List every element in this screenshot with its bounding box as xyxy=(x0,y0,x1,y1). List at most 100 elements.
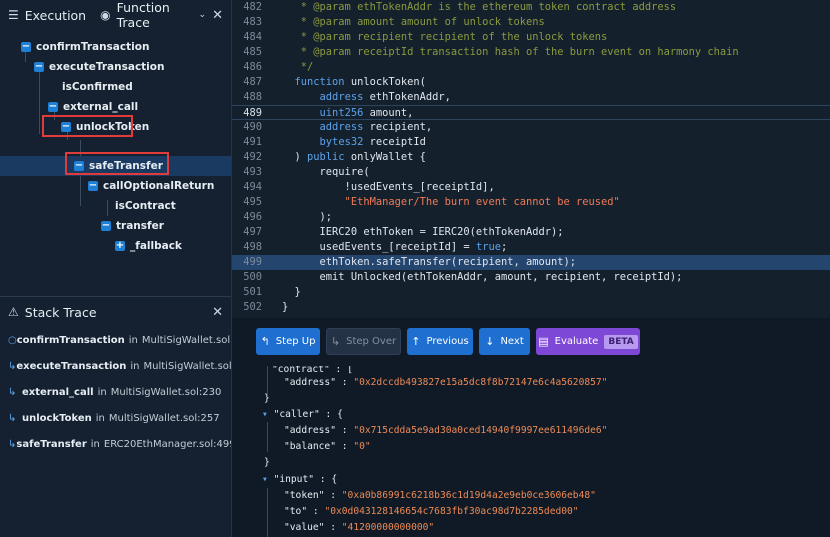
code-line[interactable]: 502} xyxy=(232,300,830,315)
json-line[interactable]: ▾ "caller" : { xyxy=(262,407,343,423)
code-line[interactable]: 501 } xyxy=(232,285,830,300)
stack-file: MultiSigWallet.sol:230 xyxy=(110,386,222,398)
tab-execution[interactable]: Execution xyxy=(25,8,86,23)
line-number[interactable]: 502 xyxy=(232,300,262,315)
code-line[interactable]: 496 ); xyxy=(232,210,830,225)
code-line[interactable]: 500 emit Unlocked(ethTokenAddr, amount, … xyxy=(232,270,830,285)
code-text: address recipient, xyxy=(319,121,433,133)
tree-item-isContract[interactable]: isContract xyxy=(0,196,231,216)
json-guide xyxy=(267,366,268,394)
line-number[interactable]: 496 xyxy=(232,210,262,225)
close-icon[interactable]: ✕ xyxy=(212,305,223,320)
line-number[interactable]: 486 xyxy=(232,60,262,75)
expand-icon[interactable]: + xyxy=(115,241,125,251)
stack-fn: unlockToken xyxy=(22,412,92,424)
json-value[interactable]: "0xa0b86991c6218b36c1d19d4a2e9eb0ce3606e… xyxy=(342,490,596,501)
collapse-icon[interactable]: − xyxy=(101,221,111,231)
json-value[interactable]: "0x0d043128146654c7683fbf30ac98d7b2285de… xyxy=(324,506,578,517)
stack-in: in xyxy=(128,334,138,346)
line-number[interactable]: 497 xyxy=(232,225,262,240)
code-line[interactable]: 490 address recipient, xyxy=(232,120,830,135)
return-arrow-icon: ↳ xyxy=(8,386,17,398)
caret-down-icon[interactable]: ▾ xyxy=(262,409,274,420)
line-number[interactable]: 490 xyxy=(232,120,262,135)
line-number[interactable]: 487 xyxy=(232,75,262,90)
tab-function-trace[interactable]: Function Trace xyxy=(117,0,193,30)
previous-button[interactable]: ↑ Previous xyxy=(407,328,473,355)
json-line: "to" : "0x0d043128146654c7683fbf30ac98d7… xyxy=(284,506,579,517)
line-number[interactable]: 485 xyxy=(232,45,262,60)
code-line[interactable]: 493 require( xyxy=(232,165,830,180)
code-text: * @param recipient recipient of the unlo… xyxy=(282,31,608,43)
tree-item-fallback[interactable]: + _fallback xyxy=(0,236,231,256)
json-line[interactable]: ▾ "input" : { xyxy=(262,472,337,488)
code-line[interactable]: 482 * @param ethTokenAddr is the ethereu… xyxy=(232,0,830,15)
line-number[interactable]: 500 xyxy=(232,270,262,285)
line-number[interactable]: 491 xyxy=(232,135,262,150)
json-key: "address" xyxy=(284,377,336,388)
code-line[interactable]: 487 function unlockToken( xyxy=(232,75,830,90)
menu-icon[interactable]: ☰ xyxy=(8,8,19,22)
evaluate-button[interactable]: ▤ Evaluate BETA xyxy=(536,328,640,355)
tree-item-callOptionalReturn[interactable]: − callOptionalReturn xyxy=(0,176,231,196)
line-number[interactable]: 494 xyxy=(232,180,262,195)
line-number[interactable]: 483 xyxy=(232,15,262,30)
chevron-down-icon[interactable]: ⌄ xyxy=(199,10,207,20)
stack-trace-row[interactable]: ↳ executeTransaction in MultiSigWallet.s… xyxy=(0,353,231,379)
json-value[interactable]: "0x2dccdb493827e15a5dc8f8b72147e6c4a5620… xyxy=(353,377,607,388)
collapse-icon[interactable]: − xyxy=(21,42,31,52)
code-line[interactable]: 495 "EthManager/The burn event cannot be… xyxy=(232,195,830,210)
line-number[interactable]: 493 xyxy=(232,165,262,180)
tree-item-isConfirmed[interactable]: isConfirmed xyxy=(0,77,231,97)
step-over-button[interactable]: ↳ Step Over xyxy=(326,328,401,355)
evaluate-label: Evaluate xyxy=(554,336,599,347)
code-line[interactable]: 499 ethToken.safeTransfer(recipient, amo… xyxy=(232,255,830,270)
tree-item-confirmTransaction[interactable]: − confirmTransaction xyxy=(0,37,231,57)
line-number[interactable]: 501 xyxy=(232,285,262,300)
line-number[interactable]: 489 xyxy=(232,106,262,121)
tree-item-external_call[interactable]: − external_call xyxy=(0,97,231,117)
code-line[interactable]: 483 * @param amount amount of unlock tok… xyxy=(232,15,830,30)
line-number[interactable]: 498 xyxy=(232,240,262,255)
stack-trace-row[interactable]: ↳ safeTransfer in ERC20EthManager.sol:49… xyxy=(0,431,231,457)
tree-item-label: external_call xyxy=(63,101,139,113)
code-line[interactable]: 489 uint256 amount, xyxy=(232,105,830,120)
code-line[interactable]: 492 ) public onlyWallet { xyxy=(232,150,830,165)
json-value[interactable]: "0x715cdda5e9ad30a0ced14940f9997ee611496… xyxy=(353,425,607,436)
code-line[interactable]: 494 !usedEvents_[receiptId], xyxy=(232,180,830,195)
line-number[interactable]: 488 xyxy=(232,90,262,105)
code-line[interactable]: 484 * @param recipient recipient of the … xyxy=(232,30,830,45)
step-over-icon: ↳ xyxy=(330,335,341,348)
line-number[interactable]: 482 xyxy=(232,0,262,15)
stack-file: ERC20EthManager.sol:499 xyxy=(103,438,231,450)
code-line[interactable]: 498 usedEvents_[receiptId] = true; xyxy=(232,240,830,255)
json-value[interactable]: "41200000000000" xyxy=(342,522,434,533)
next-button[interactable]: ↓ Next xyxy=(479,328,530,355)
close-icon[interactable]: ✕ xyxy=(212,8,223,23)
collapse-icon[interactable]: − xyxy=(88,181,98,191)
stack-in: in xyxy=(130,360,140,372)
stack-trace-row[interactable]: ↳ external_call in MultiSigWallet.sol:23… xyxy=(0,379,231,405)
step-up-button[interactable]: ↰ Step Up xyxy=(256,328,320,355)
tree-item-executeTransaction[interactable]: − executeTransaction xyxy=(0,57,231,77)
json-value[interactable]: "0" xyxy=(353,441,370,452)
stack-trace-row[interactable]: ○ confirmTransaction in MultiSigWallet.s… xyxy=(0,327,231,353)
stack-trace-title: Stack Trace xyxy=(24,304,97,320)
collapse-icon[interactable]: − xyxy=(34,62,44,72)
line-number[interactable]: 495 xyxy=(232,195,262,210)
code-line[interactable]: 488 address ethTokenAddr, xyxy=(232,90,830,105)
stack-file: MultiSigWallet.sol:257 xyxy=(108,412,220,424)
stack-trace-row[interactable]: ↳ unlockToken in MultiSigWallet.sol:257 xyxy=(0,405,231,431)
code-line[interactable]: 497 IERC20 ethToken = IERC20(ethTokenAdd… xyxy=(232,225,830,240)
json-guide xyxy=(267,488,268,537)
code-line[interactable]: 486 */ xyxy=(232,60,830,75)
tree-item-transfer[interactable]: − transfer xyxy=(0,216,231,236)
code-line[interactable]: 491 bytes32 receiptId xyxy=(232,135,830,150)
line-number[interactable]: 499 xyxy=(232,255,262,270)
line-number[interactable]: 492 xyxy=(232,150,262,165)
line-number[interactable]: 484 xyxy=(232,30,262,45)
code-line[interactable]: 485 * @param receiptId transaction hash … xyxy=(232,45,830,60)
json-key: "to" xyxy=(284,506,308,517)
caret-down-icon[interactable]: ▾ xyxy=(262,474,274,485)
collapse-icon[interactable]: − xyxy=(48,102,58,112)
